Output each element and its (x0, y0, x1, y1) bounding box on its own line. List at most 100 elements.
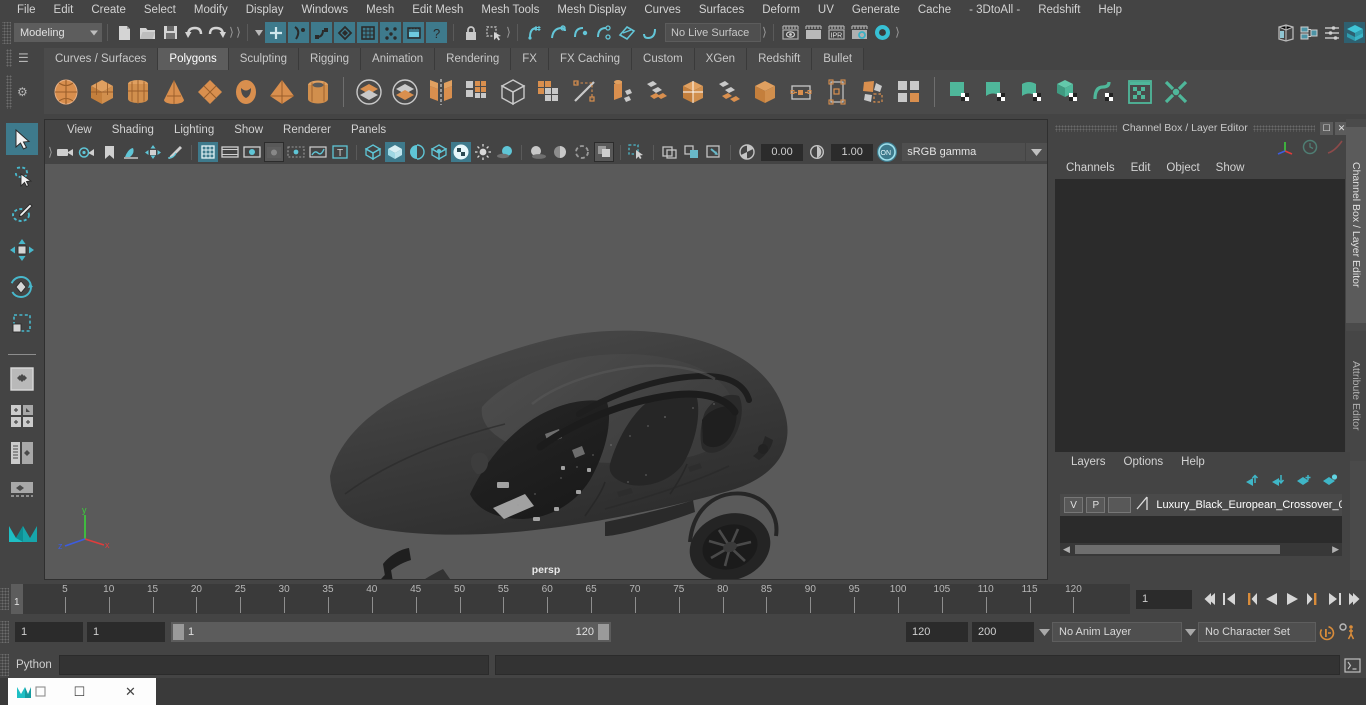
shelf-tab-fx[interactable]: FX (511, 48, 549, 70)
shelf-tab-fx-caching[interactable]: FX Caching (549, 48, 632, 70)
anim-layer-selector[interactable]: No Anim Layer (1052, 622, 1182, 642)
play-forwards-icon[interactable] (1282, 589, 1303, 610)
playback-start-time-field[interactable]: 1 (87, 622, 165, 642)
poly-combine-icon[interactable] (459, 74, 495, 110)
ipr-render-icon[interactable]: IPR (826, 22, 847, 43)
lasso-select-tool-button[interactable] (6, 160, 38, 192)
poly-quad-draw-icon[interactable] (747, 74, 783, 110)
layer-menu-options[interactable]: Options (1115, 456, 1173, 468)
poly-uv-automatic-icon[interactable] (1014, 74, 1050, 110)
exposure-field[interactable]: 0.00 (761, 144, 803, 161)
command-input-field[interactable] (59, 655, 489, 675)
open-outliner-icon[interactable] (1275, 22, 1296, 43)
menu-help[interactable]: Help (1089, 0, 1131, 20)
select-vertices-icon[interactable] (380, 22, 401, 43)
viewport-menu-renderer[interactable]: Renderer (273, 120, 341, 140)
layer-color-swatch[interactable] (1136, 495, 1149, 516)
poly-uv-planar-icon[interactable] (891, 74, 927, 110)
poly-uv-cut-icon[interactable] (1158, 74, 1194, 110)
textured-icon[interactable] (451, 142, 471, 162)
viewport-menu-shading[interactable]: Shading (102, 120, 164, 140)
select-camera-icon[interactable] (55, 142, 75, 162)
panel-grip[interactable] (1055, 125, 1117, 132)
poly-extract-icon[interactable] (531, 74, 567, 110)
new-layer-icon[interactable] (1296, 473, 1312, 491)
move-tool-button[interactable] (6, 234, 38, 266)
clock-icon[interactable] (1301, 139, 1319, 160)
menu-file[interactable]: File (8, 0, 45, 20)
menu-display[interactable]: Display (237, 0, 293, 20)
shelf-tab-sculpting[interactable]: Sculpting (229, 48, 299, 70)
go-to-start-icon[interactable] (1198, 589, 1219, 610)
poly-uv-editor-icon[interactable] (855, 74, 891, 110)
command-line-grip[interactable] (0, 654, 9, 676)
select-by-ui-icon[interactable]: ? (426, 22, 447, 43)
poly-torus-icon[interactable] (228, 74, 264, 110)
poly-cone-icon[interactable] (156, 74, 192, 110)
shelf-tab-animation[interactable]: Animation (361, 48, 435, 70)
smooth-shade-icon[interactable] (385, 142, 405, 162)
collapse-bar-2[interactable]: ⟩ (235, 24, 242, 41)
shelf-tab-curves-surfaces[interactable]: Curves / Surfaces (44, 48, 158, 70)
collapse-bar-4[interactable]: ⟩ (761, 24, 768, 41)
scale-tool-button[interactable] (6, 308, 38, 340)
menu-mesh-display[interactable]: Mesh Display (548, 0, 635, 20)
go-to-end-icon[interactable] (1345, 589, 1366, 610)
poly-mirror-icon[interactable] (423, 74, 459, 110)
poly-bridge-icon[interactable] (675, 74, 711, 110)
shelf-options-icon[interactable]: ⚙ (17, 85, 28, 99)
shelf-tab-rigging[interactable]: Rigging (299, 48, 361, 70)
select-by-hierarchy-icon[interactable] (265, 22, 286, 43)
shelf-grip[interactable] (6, 49, 12, 67)
shelf-tab-rendering[interactable]: Rendering (435, 48, 511, 70)
menu-redshift[interactable]: Redshift (1029, 0, 1089, 20)
save-scene-icon[interactable] (160, 22, 181, 43)
shelf-tab-custom[interactable]: Custom (632, 48, 695, 70)
layer-type-toggle[interactable] (1108, 497, 1131, 513)
poly-pipe-icon[interactable] (300, 74, 336, 110)
lock-selection-icon[interactable] (460, 22, 481, 43)
command-language-label[interactable]: Python (9, 659, 59, 671)
wireframe-icon[interactable] (363, 142, 383, 162)
menu-set-selector[interactable]: Modeling (14, 23, 102, 42)
collapse-bar-5[interactable]: ⟩ (894, 24, 901, 41)
scroll-left-arrow-icon[interactable]: ◀ (1060, 544, 1073, 555)
open-channel-box-icon[interactable] (1344, 22, 1365, 43)
viewport-menu-show[interactable]: Show (224, 120, 273, 140)
poly-booleans-difference-icon[interactable] (387, 74, 423, 110)
shaded-wireframe-icon[interactable] (407, 142, 427, 162)
highlight-selection-mode-icon[interactable] (357, 22, 378, 43)
film-origin-icon[interactable] (286, 142, 306, 162)
open-scene-icon[interactable] (137, 22, 158, 43)
poly-pyramid-icon[interactable] (264, 74, 300, 110)
anim-layer-dropdown-arrow-icon[interactable] (1036, 622, 1052, 642)
scroll-right-arrow-icon[interactable]: ▶ (1329, 544, 1342, 555)
snap-to-projected-center-icon[interactable] (593, 22, 614, 43)
depth-of-field-icon[interactable] (594, 142, 614, 162)
film-gate-icon[interactable] (220, 142, 240, 162)
poly-sculpt-tool-icon[interactable] (819, 74, 855, 110)
selection-preset-icon[interactable] (483, 22, 504, 43)
step-back-keyframe-icon[interactable] (1219, 589, 1240, 610)
panel-grip-2[interactable] (1253, 125, 1315, 132)
character-set-selector[interactable]: No Character Set (1198, 622, 1316, 642)
gamma-icon[interactable] (807, 142, 827, 162)
shelf-tab-xgen[interactable]: XGen (695, 48, 747, 70)
exposure-icon[interactable] (737, 142, 757, 162)
open-attribute-editor-icon[interactable] (1321, 22, 1342, 43)
menu-3dtoall[interactable]: - 3DtoAll - (960, 0, 1029, 20)
snap-to-point-icon[interactable] (570, 22, 591, 43)
persp-graph-layout-button[interactable] (6, 474, 38, 506)
four-view-layout-button[interactable] (6, 400, 38, 432)
layer-menu-layers[interactable]: Layers (1062, 456, 1115, 468)
move-layer-down-icon[interactable] (1270, 473, 1286, 491)
render-settings-icon[interactable] (849, 22, 870, 43)
viewport-menu-lighting[interactable]: Lighting (164, 120, 224, 140)
poly-uv-unfold-icon[interactable] (1086, 74, 1122, 110)
rotate-tool-button[interactable] (6, 271, 38, 303)
multisample-icon[interactable] (572, 142, 592, 162)
camera-attributes-icon[interactable] (77, 142, 97, 162)
snap-to-grid-icon[interactable] (524, 22, 545, 43)
render-current-frame-icon[interactable] (780, 22, 801, 43)
use-default-material-icon[interactable] (429, 142, 449, 162)
